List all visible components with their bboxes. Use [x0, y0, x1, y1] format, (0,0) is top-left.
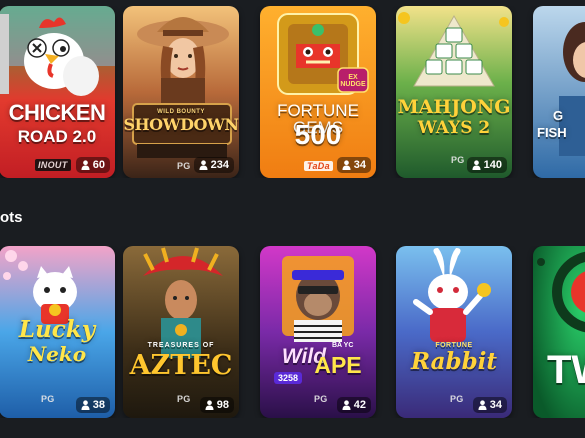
- provider-logo: INOUT: [35, 159, 71, 171]
- user-icon: [81, 160, 90, 170]
- provider-logo: PG: [450, 394, 464, 404]
- provider-logo: PG: [177, 394, 191, 404]
- user-icon: [342, 400, 351, 410]
- game-title-prefix: TREASURES OF: [147, 342, 215, 349]
- player-count: 60: [75, 157, 110, 173]
- user-icon: [81, 400, 90, 410]
- game-title: Rabbit: [410, 348, 498, 375]
- user-icon: [205, 400, 214, 410]
- player-count: 38: [75, 397, 110, 413]
- wild-ape-tag: 3258: [274, 372, 303, 384]
- game-subtitle: 500: [294, 119, 342, 150]
- player-count-value: 140: [483, 159, 502, 171]
- showdown-artwork: [123, 6, 239, 178]
- game-subtitle: ROAD 2.0: [17, 127, 97, 146]
- user-icon: [199, 160, 208, 170]
- aztec-artwork: [123, 246, 239, 418]
- featured-games-row: CHICKEN ROAD 2.0 INOUT 60 WILD BOUNTY SH…: [0, 6, 585, 178]
- player-count: 34: [336, 157, 371, 173]
- mahjong-artwork: [396, 6, 512, 178]
- player-count-value: 60: [92, 159, 105, 171]
- game-title: AZTEC: [129, 350, 233, 381]
- game-card-wild-ape[interactable]: BA YC Wild APE 3258 PG 42: [260, 246, 376, 418]
- game-title: G: [553, 108, 564, 123]
- provider-logo: PG: [314, 394, 328, 404]
- fish-artwork: [533, 6, 585, 178]
- provider-logo: TaDa: [304, 161, 333, 171]
- game-subtitle: FISH: [537, 125, 567, 140]
- slots-games-row: Lucky Neko PG 38 TREASURES OF AZTEC PG 9…: [0, 246, 585, 418]
- player-count: 234: [193, 157, 234, 173]
- wild-ape-artwork: [260, 246, 376, 418]
- player-count-value: 234: [210, 159, 229, 171]
- game-title: CHICKEN: [8, 100, 106, 125]
- game-subtitle: WAYS 2: [417, 118, 491, 138]
- game-card-lucky-neko[interactable]: Lucky Neko PG 38: [0, 246, 115, 418]
- user-icon: [478, 400, 487, 410]
- section-title: ots: [0, 209, 23, 226]
- user-icon: [472, 160, 481, 170]
- provider-logo: PG: [451, 155, 465, 165]
- game-card-mahjong-ways-2[interactable]: MAHJONG WAYS 2 PG 140: [396, 6, 512, 178]
- ex-nudge-badge: EX NUDGE: [340, 74, 366, 88]
- user-icon: [342, 160, 351, 170]
- player-count-value: 42: [353, 399, 366, 411]
- game-card-fortune-rabbit[interactable]: FORTUNE Rabbit PG 34: [396, 246, 512, 418]
- game-card-chicken-road[interactable]: CHICKEN ROAD 2.0 INOUT 60: [0, 6, 115, 178]
- player-count: 98: [199, 397, 234, 413]
- game-title: Lucky: [18, 316, 96, 343]
- game-card-partial-right[interactable]: G FISH: [533, 6, 585, 178]
- player-count: 140: [466, 157, 507, 173]
- game-card-fortune-gems-500[interactable]: EX NUDGE FORTUNE GEMS 500 TaDa 34: [260, 6, 376, 178]
- provider-logo: PG: [177, 161, 191, 171]
- game-card-partial-right-2[interactable]: TW: [533, 246, 585, 418]
- fortune-rabbit-artwork: [396, 246, 512, 418]
- player-count: 34: [472, 397, 507, 413]
- player-count-value: 34: [353, 159, 366, 171]
- game-title: TW: [547, 348, 585, 392]
- provider-logo: PG: [41, 394, 55, 404]
- player-count-value: 98: [216, 399, 229, 411]
- fortune-gems-artwork: [260, 6, 376, 178]
- twist-artwork: [533, 246, 585, 418]
- game-card-wild-bounty-showdown[interactable]: WILD BOUNTY SHOWDOWN PG 234: [123, 6, 239, 178]
- game-subtitle: APE: [314, 352, 362, 378]
- chicken-road-artwork: [0, 6, 115, 178]
- game-title: MAHJONG: [397, 96, 511, 118]
- game-title: SHOWDOWN: [123, 115, 239, 134]
- game-subtitle: Neko: [27, 342, 87, 366]
- player-count-value: 34: [489, 399, 502, 411]
- player-count: 42: [336, 397, 371, 413]
- player-count-value: 38: [92, 399, 105, 411]
- game-card-treasures-of-aztec[interactable]: TREASURES OF AZTEC PG 98: [123, 246, 239, 418]
